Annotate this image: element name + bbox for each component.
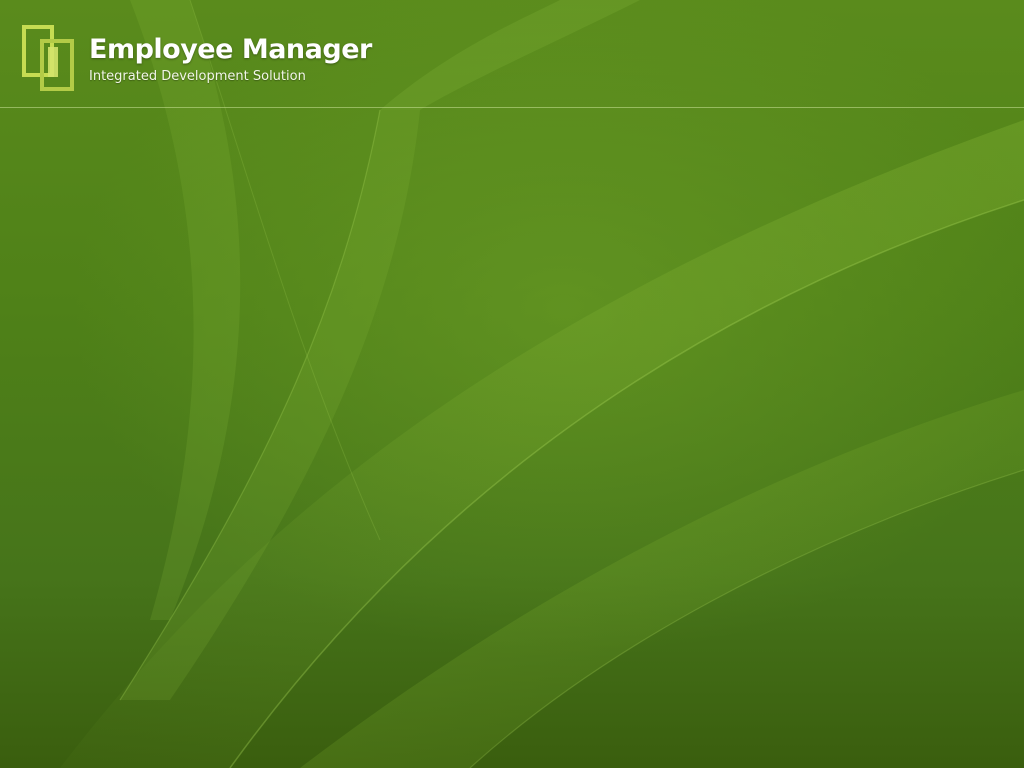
desktop-background: Employee Manager Integrated Development … [0,0,1024,768]
app-header: Employee Manager Integrated Development … [0,0,1024,107]
app-title: Employee Manager [89,34,372,65]
header-divider [0,107,1024,108]
app-logo-icon [22,25,74,91]
background-swooshes [60,0,1024,768]
app-subtitle: Integrated Development Solution [89,69,306,84]
